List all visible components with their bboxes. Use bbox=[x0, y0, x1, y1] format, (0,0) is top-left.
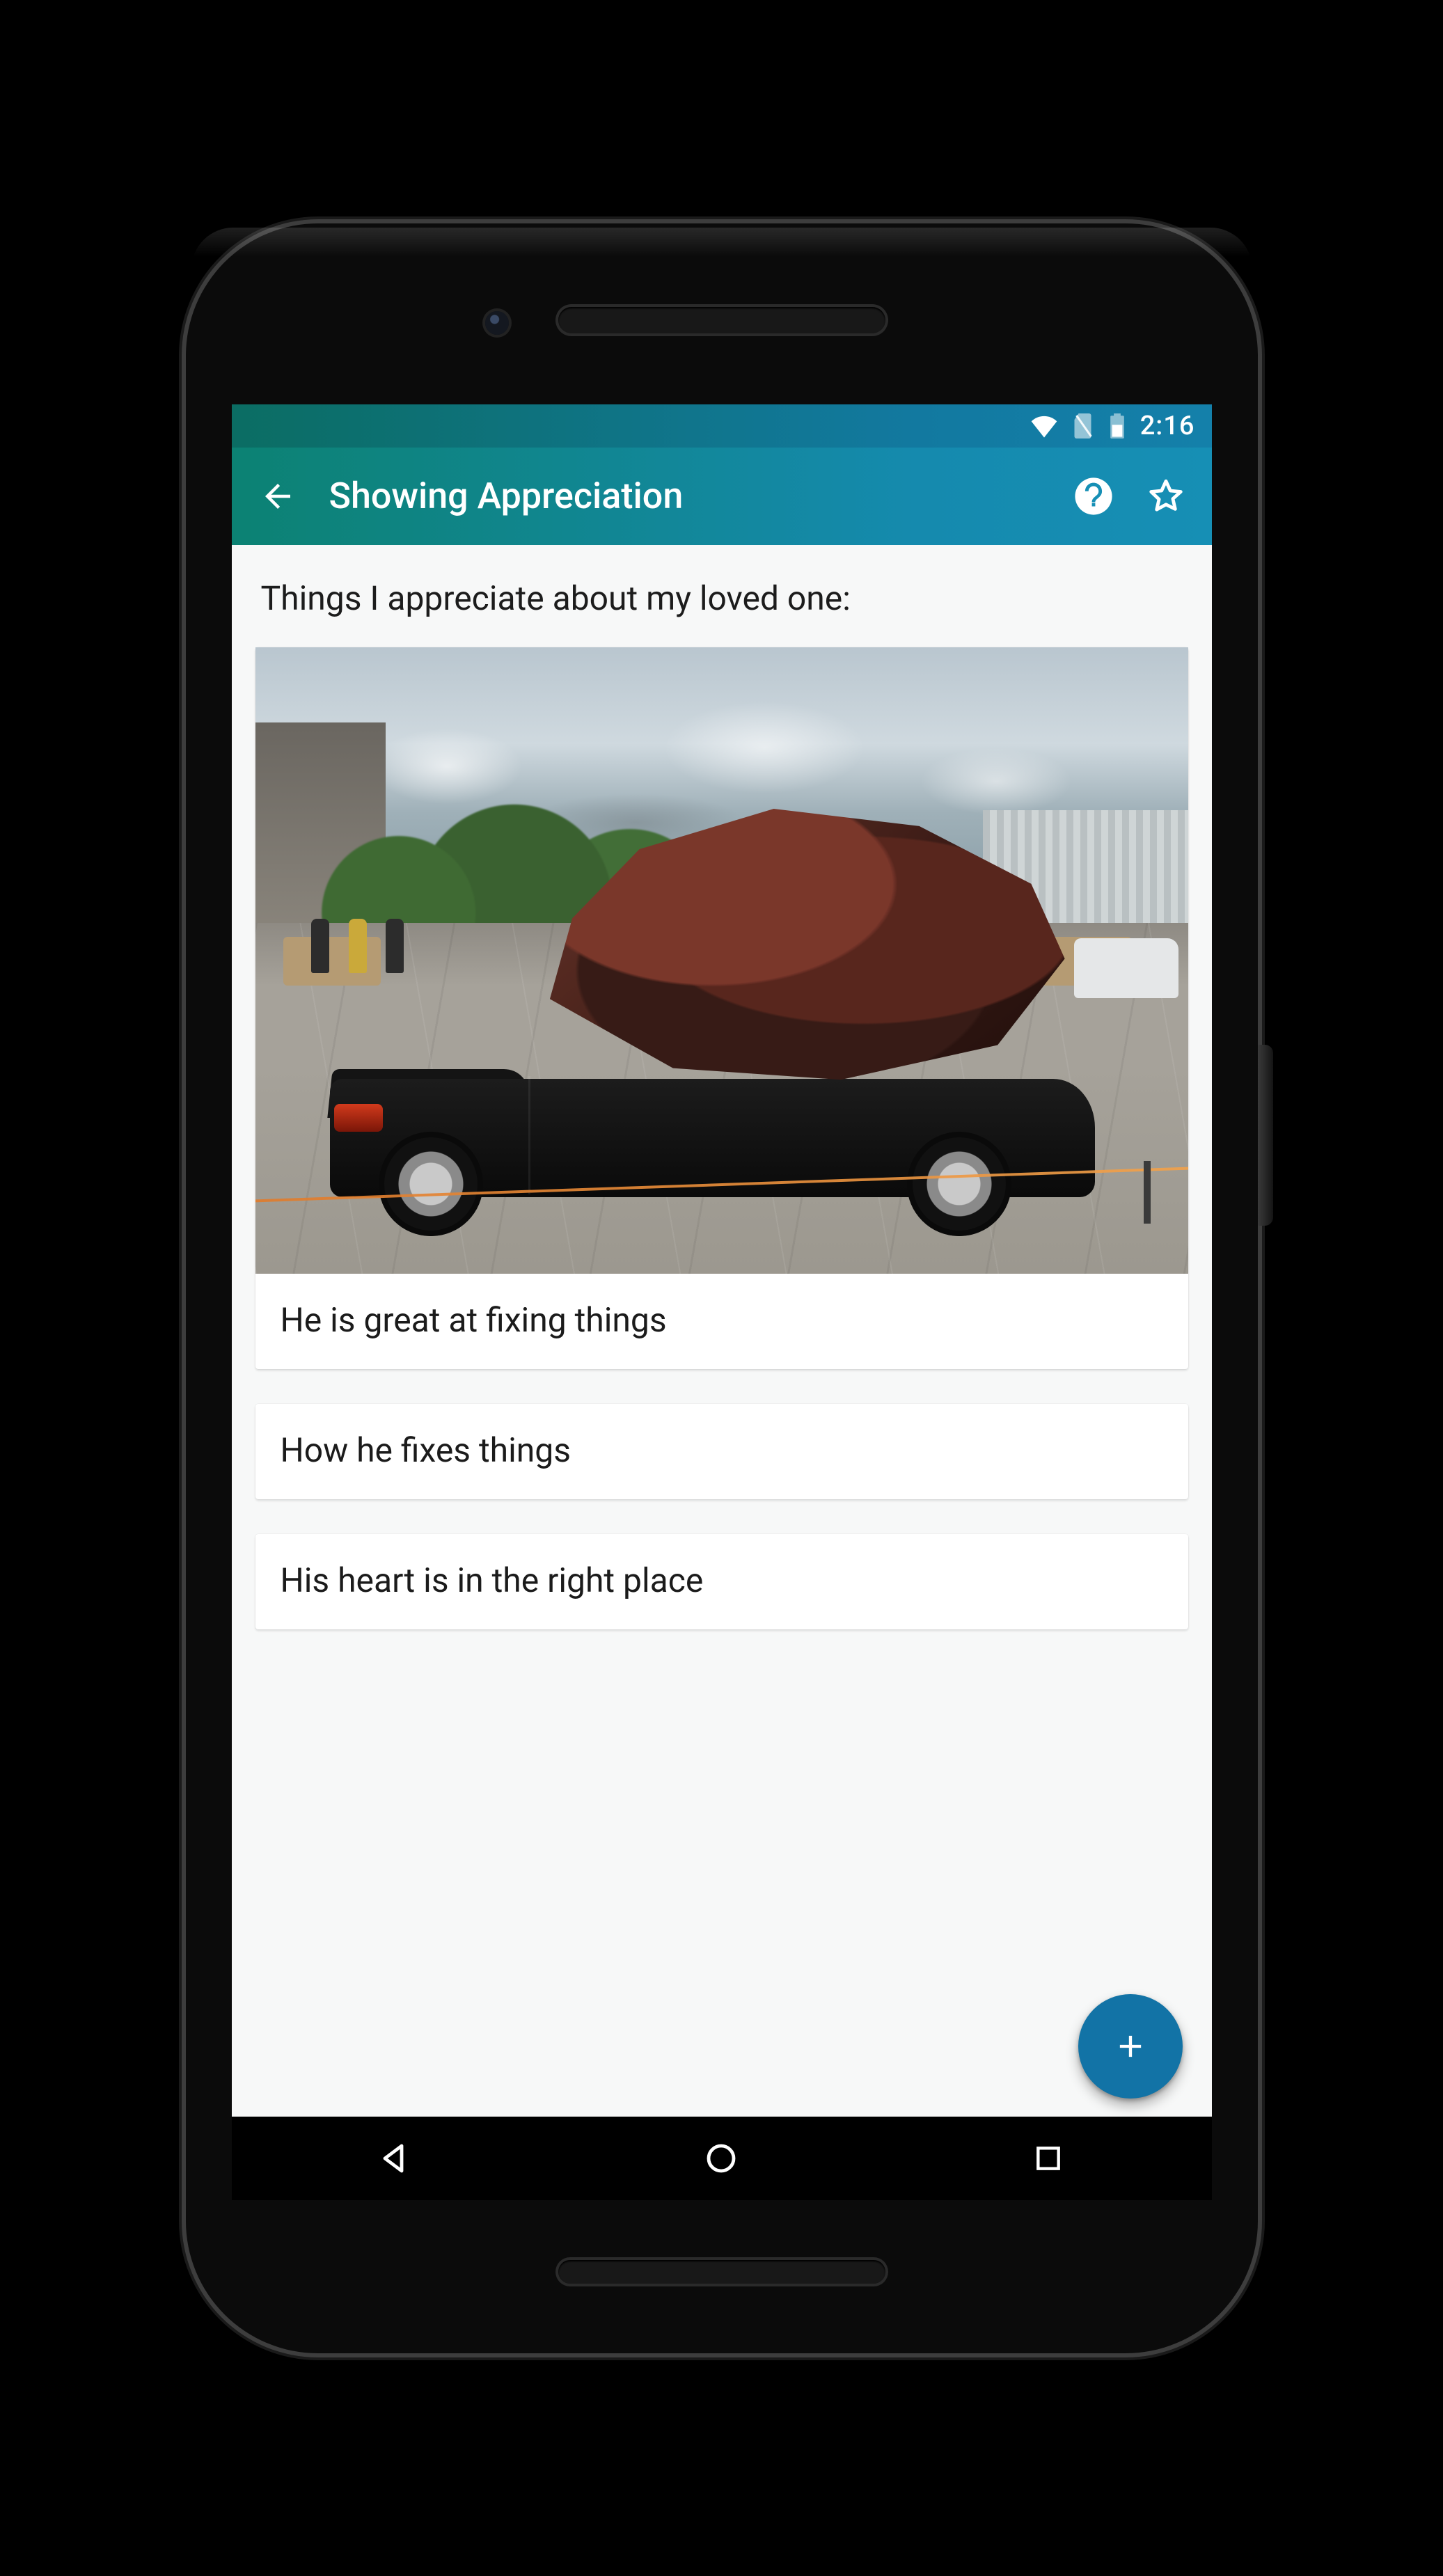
app-bar: Showing Appreciation bbox=[232, 448, 1212, 545]
phone-bottom-speaker bbox=[558, 2260, 885, 2284]
screen: 2:16 Showing Appreciation bbox=[232, 404, 1212, 2200]
status-bar: 2:16 bbox=[232, 404, 1212, 448]
page-title: Showing Appreciation bbox=[313, 475, 1067, 517]
add-button[interactable] bbox=[1078, 1994, 1183, 2099]
card-text: He is great at fixing things bbox=[255, 1274, 1188, 1369]
phone-frame: 2:16 Showing Appreciation bbox=[186, 223, 1258, 2353]
appreciation-card[interactable]: He is great at fixing things bbox=[255, 647, 1188, 1369]
status-time: 2:16 bbox=[1140, 411, 1195, 441]
prompt-text: Things I appreciate about my loved one: bbox=[261, 578, 1183, 618]
nav-home-button[interactable] bbox=[659, 2117, 784, 2200]
card-text: His heart is in the right place bbox=[255, 1534, 1188, 1629]
nav-recent-icon bbox=[1033, 2143, 1064, 2174]
back-arrow-icon bbox=[259, 477, 297, 515]
back-button[interactable] bbox=[243, 448, 313, 545]
help-button[interactable] bbox=[1067, 470, 1120, 523]
appreciation-card[interactable]: His heart is in the right place bbox=[255, 1534, 1188, 1629]
phone-front-camera bbox=[485, 311, 509, 335]
system-nav-bar bbox=[232, 2117, 1212, 2200]
nav-back-icon bbox=[378, 2142, 411, 2175]
wifi-icon bbox=[1030, 414, 1058, 438]
battery-icon bbox=[1110, 413, 1125, 438]
phone-power-button bbox=[1258, 1045, 1273, 1226]
nav-back-button[interactable] bbox=[332, 2117, 457, 2200]
help-circle-icon bbox=[1073, 476, 1114, 516]
favorite-button[interactable] bbox=[1140, 470, 1192, 523]
card-image bbox=[255, 647, 1188, 1274]
nav-home-icon bbox=[704, 2142, 738, 2175]
no-sim-icon bbox=[1073, 413, 1094, 438]
plus-icon bbox=[1112, 2028, 1149, 2064]
appreciation-card[interactable]: How he fixes things bbox=[255, 1404, 1188, 1499]
phone-earpiece bbox=[558, 307, 885, 333]
star-outline-icon bbox=[1146, 476, 1186, 516]
card-text: How he fixes things bbox=[255, 1404, 1188, 1499]
nav-recent-button[interactable] bbox=[986, 2117, 1111, 2200]
content-area[interactable]: Things I appreciate about my loved one: bbox=[232, 545, 1212, 2117]
